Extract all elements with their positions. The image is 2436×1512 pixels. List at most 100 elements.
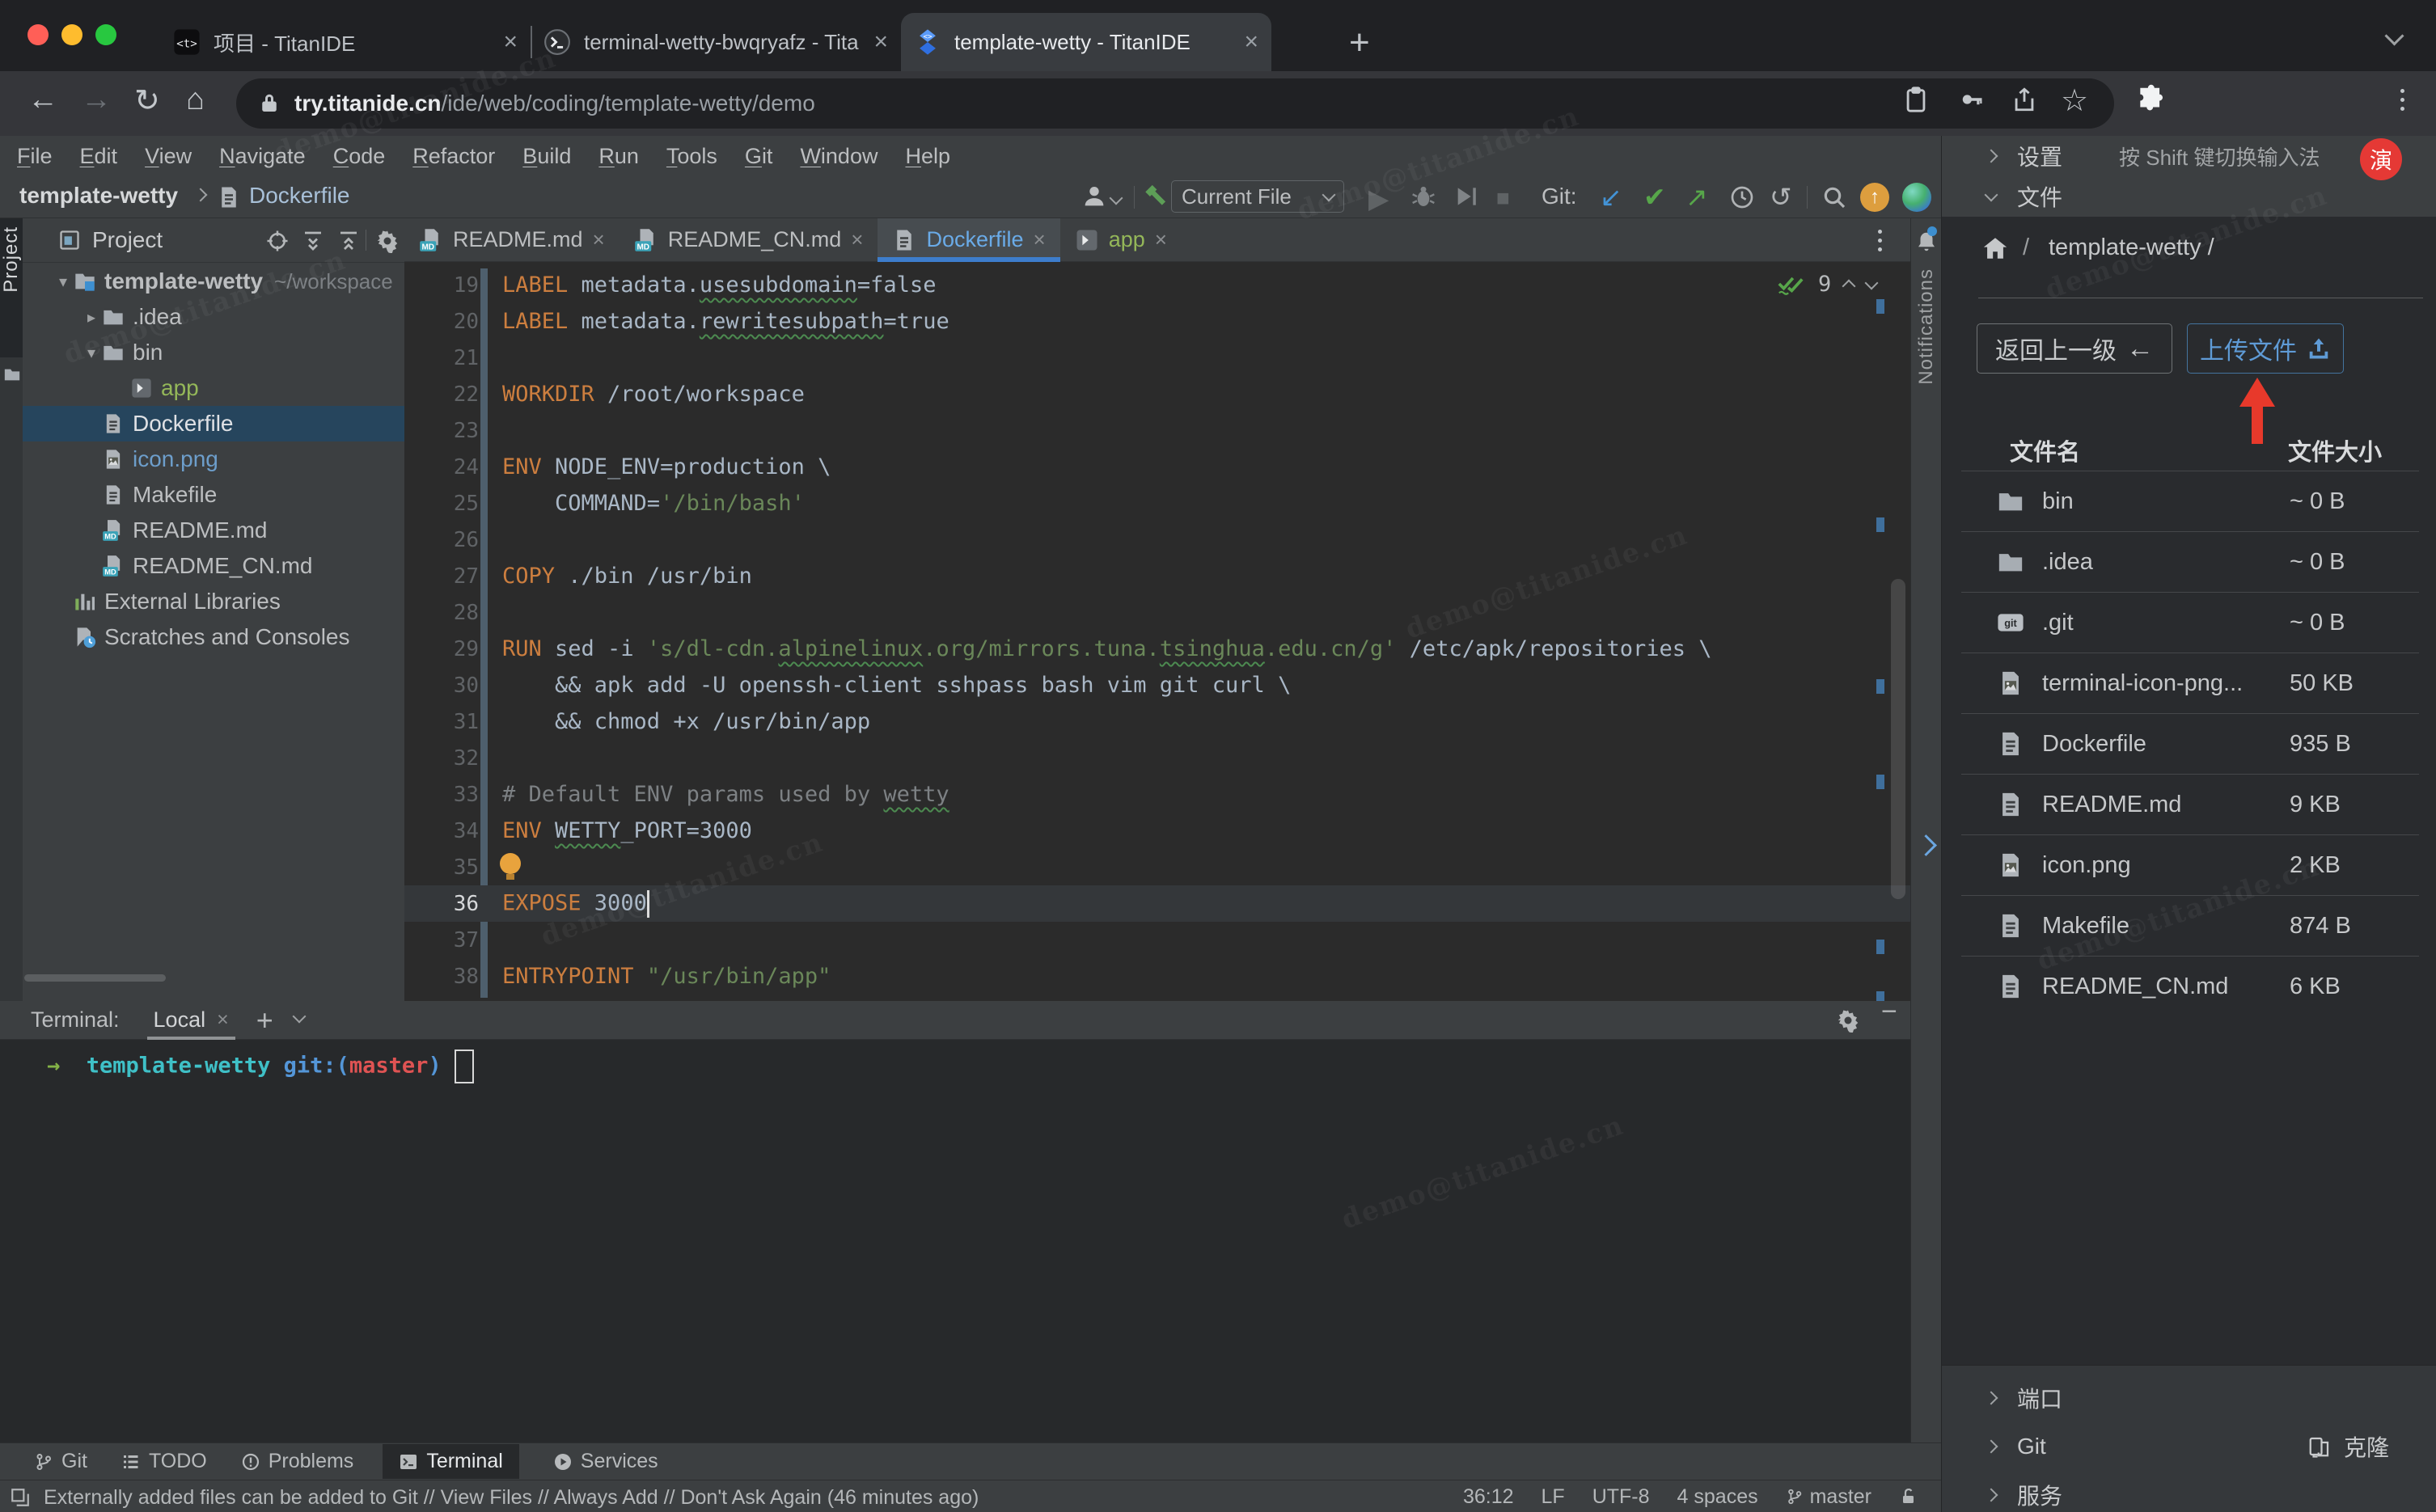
maximize-window-button[interactable] [95, 24, 116, 45]
build-hammer-icon[interactable] [1142, 183, 1169, 210]
file-row-readme-cn-md[interactable]: README_CN.md 6 KB [1961, 956, 2419, 1016]
code-line-22[interactable]: 22 WORKDIR /root/workspace [404, 376, 1910, 412]
search-icon[interactable] [1821, 184, 1847, 210]
extensions-puzzle-icon[interactable] [2135, 84, 2166, 115]
terminal-settings-gear-icon[interactable] [1836, 1008, 1860, 1033]
toolbar-todo-button[interactable]: TODO [121, 1450, 207, 1473]
menu-refactor[interactable]: Refactor [399, 144, 509, 169]
terminal-dropdown-icon[interactable] [292, 1009, 307, 1025]
panel-expander-chevron-icon[interactable] [1912, 826, 1939, 864]
intention-bulb-icon[interactable] [500, 853, 521, 880]
file-row-terminal-icon-png-[interactable]: terminal-icon-png... 50 KB [1961, 653, 2419, 713]
clone-icon[interactable] [2307, 1434, 2332, 1459]
tab-overflow-chevron-icon[interactable] [2384, 26, 2404, 47]
tree-item-dockerfile[interactable]: Dockerfile [23, 406, 404, 441]
terminal-hide-icon[interactable]: − [1881, 996, 1897, 1028]
bookmark-star-icon[interactable]: ☆ [2061, 82, 2088, 119]
browser-tab-3[interactable]: <> template-wetty - TitanIDE × [901, 13, 1271, 71]
inspection-widget[interactable]: 9 [1776, 270, 1879, 298]
editor-tab-readme-md[interactable]: MD README.md × [404, 218, 620, 261]
code-line-24[interactable]: 24 ENV NODE_ENV=production \ [404, 449, 1910, 485]
tree-chevron-icon[interactable]: ▾ [53, 272, 74, 292]
tree-item-external-libraries[interactable]: External Libraries [23, 584, 404, 619]
menu-tools[interactable]: Tools [653, 144, 731, 169]
browser-menu-icon[interactable] [2400, 89, 2404, 111]
file-row-readme-md[interactable]: README.md 9 KB [1961, 774, 2419, 834]
stripe-notifications-label[interactable]: Notifications [1915, 268, 1938, 385]
file-row-dockerfile[interactable]: Dockerfile 935 B [1961, 713, 2419, 774]
run-with-coverage-icon[interactable] [1453, 183, 1478, 210]
tree-item-icon-png[interactable]: icon.png [23, 441, 404, 477]
clone-button[interactable]: 克隆 [2344, 1430, 2389, 1463]
code-line-28[interactable]: 28 [404, 594, 1910, 631]
project-horizontal-scrollbar[interactable] [24, 974, 166, 982]
code-line-27[interactable]: 27 COPY ./bin /usr/bin [404, 558, 1910, 594]
editor-tab-app[interactable]: app × [1060, 218, 1182, 261]
editor-tab-dockerfile[interactable]: Dockerfile × [878, 218, 1060, 262]
files-section-header[interactable]: 文件 [1942, 176, 2436, 217]
tree-item-readme-md[interactable]: MD README.md [23, 513, 404, 548]
code-line-23[interactable]: 23 [404, 412, 1910, 449]
clipboard-icon[interactable] [1902, 86, 1930, 113]
tab-close-icon[interactable]: × [593, 227, 605, 252]
code-line-35[interactable]: 35 [404, 849, 1910, 885]
minimize-window-button[interactable] [61, 24, 82, 45]
tab-close-icon[interactable]: × [503, 28, 518, 56]
status-dock-icon[interactable] [10, 1487, 31, 1508]
section-服务[interactable]: 服务 [1942, 1472, 2436, 1512]
git-branch-widget[interactable]: master [1786, 1485, 1871, 1509]
menu-edit[interactable]: Edit [66, 144, 132, 169]
settings-section-header[interactable]: 设置 按 Shift 键切换输入法 演 [1942, 136, 2436, 180]
editor-tab-readme-cn-md[interactable]: MD README_CN.md × [620, 218, 878, 261]
git-push-icon[interactable]: ↗ [1685, 183, 1708, 212]
code-line-21[interactable]: 21 [404, 340, 1910, 376]
menu-view[interactable]: View [131, 144, 205, 169]
browser-tab-2[interactable]: terminal-wetty-bwqryafz - Tita × [531, 13, 901, 71]
terminal-tab-close-icon[interactable]: × [217, 1008, 229, 1032]
menu-window[interactable]: Window [786, 144, 891, 169]
git-update-icon[interactable]: ↙ [1600, 183, 1622, 212]
close-window-button[interactable] [27, 24, 49, 45]
caret-position[interactable]: 36:12 [1463, 1485, 1514, 1509]
terminal-tab-local[interactable]: Local × [146, 1007, 235, 1040]
editor-tab-options-icon[interactable] [1878, 230, 1882, 251]
file-row--git[interactable]: git .git ~ 0 B [1961, 592, 2419, 653]
toolbar-problems-button[interactable]: Problems [241, 1450, 353, 1473]
back-icon[interactable]: ← [27, 82, 58, 117]
status-message[interactable]: Externally added files can be added to G… [44, 1486, 979, 1510]
toolbar-terminal-button[interactable]: Terminal [383, 1444, 519, 1479]
breadcrumb-file[interactable]: Dockerfile [249, 183, 349, 209]
new-terminal-icon[interactable]: + [256, 1003, 273, 1037]
tab-close-icon[interactable]: × [1244, 28, 1258, 56]
code-line-25[interactable]: 25 COMMAND='/bin/bash' [404, 485, 1910, 522]
file-row-icon-png[interactable]: icon.png 2 KB [1961, 834, 2419, 895]
next-problem-icon[interactable] [1864, 276, 1879, 290]
indent-setting[interactable]: 4 spaces [1677, 1485, 1758, 1509]
gear-icon[interactable] [375, 229, 400, 253]
stripe-project-button[interactable]: Project [0, 218, 23, 357]
code-line-19[interactable]: 19 LABEL metadata.usesubdomain=false [404, 267, 1910, 303]
menu-run[interactable]: Run [585, 144, 653, 169]
go-up-button[interactable]: 返回上一级 ← [1977, 323, 2172, 374]
menu-git[interactable]: Git [731, 144, 787, 169]
home-dir-icon[interactable] [1981, 234, 2010, 262]
toolbar-services-button[interactable]: Services [553, 1450, 658, 1473]
key-icon[interactable] [1957, 87, 1986, 112]
stop-icon[interactable]: ■ [1496, 184, 1510, 213]
file-encoding[interactable]: UTF-8 [1592, 1485, 1650, 1509]
section-端口[interactable]: 端口 [1942, 1375, 2436, 1421]
editor-scrollbar-thumb[interactable] [1891, 579, 1905, 899]
tree-item-readme-cn-md[interactable]: MD README_CN.md [23, 548, 404, 584]
code-line-20[interactable]: 20 LABEL metadata.rewritesubpath=true [404, 303, 1910, 340]
file-row-bin[interactable]: bin ~ 0 B [1961, 471, 2419, 531]
tab-close-icon[interactable]: × [873, 28, 888, 56]
line-ending[interactable]: LF [1542, 1485, 1565, 1509]
code-line-29[interactable]: 29 RUN sed -i 's/dl-cdn.alpinelinux.org/m… [404, 631, 1910, 667]
breadcrumb-project[interactable]: template-wetty [19, 183, 178, 209]
menu-help[interactable]: Help [891, 144, 964, 169]
home-icon[interactable]: ⌂ [186, 82, 205, 117]
code-line-30[interactable]: 30 && apk add -U openssh-client sshpass … [404, 667, 1910, 703]
tree-item-scratches-and-consoles[interactable]: Scratches and Consoles [23, 619, 404, 655]
code-line-31[interactable]: 31 && chmod +x /usr/bin/app [404, 703, 1910, 740]
file-row--idea[interactable]: .idea ~ 0 B [1961, 531, 2419, 592]
